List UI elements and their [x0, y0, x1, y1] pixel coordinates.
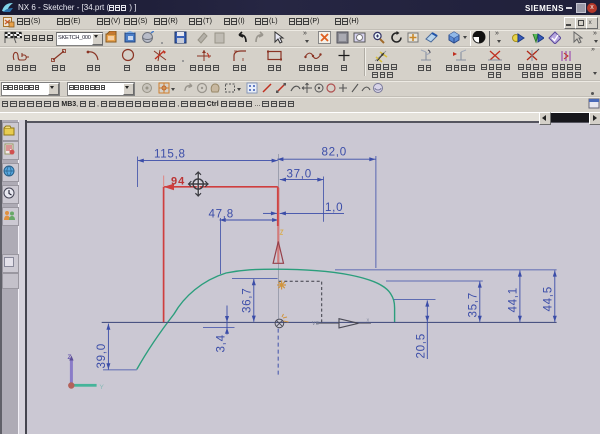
svg-text:44,5: 44,5: [542, 286, 555, 311]
svg-text:47,8: 47,8: [209, 207, 234, 220]
svg-text:82,0: 82,0: [322, 146, 347, 159]
svg-text:Y: Y: [100, 384, 105, 391]
svg-text:44,1: 44,1: [507, 287, 520, 312]
svg-text:35,7: 35,7: [467, 292, 480, 317]
svg-text:V8: V8: [312, 321, 320, 327]
svg-text:36,7: 36,7: [241, 288, 254, 313]
svg-text:20,5: 20,5: [415, 333, 428, 358]
svg-text:3,4: 3,4: [215, 334, 228, 352]
svg-text:x: x: [367, 318, 370, 324]
svg-text:1,0: 1,0: [325, 201, 343, 214]
svg-text:Z: Z: [68, 354, 73, 361]
svg-text:39,0: 39,0: [95, 343, 108, 368]
svg-text:37,0: 37,0: [287, 167, 312, 180]
svg-text:94: 94: [171, 176, 185, 188]
svg-text:115,8: 115,8: [154, 148, 186, 161]
